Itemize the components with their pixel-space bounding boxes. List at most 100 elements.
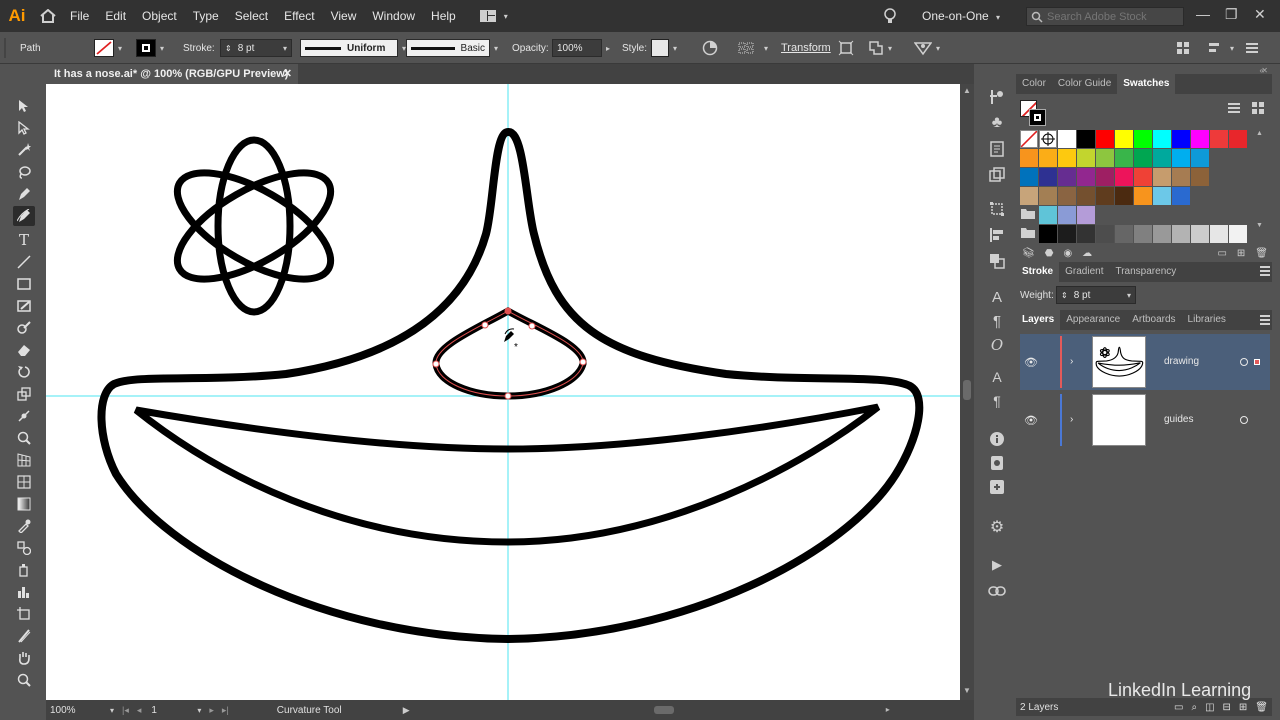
gradient-tool-icon[interactable]	[13, 494, 35, 514]
align-icon[interactable]: ▾	[738, 32, 768, 64]
info-dock-icon[interactable]	[988, 430, 1006, 448]
direct-selection-tool-icon[interactable]	[13, 118, 35, 138]
swatch-cell[interactable]	[1039, 187, 1057, 205]
document-info-dock-icon[interactable]	[988, 140, 1006, 158]
delete-swatch-icon[interactable]: 🗑︎	[1255, 248, 1268, 259]
collect-for-export-icon[interactable]: ▭	[1174, 702, 1183, 713]
symbols-dock-icon[interactable]: ♣	[988, 114, 1006, 132]
close-tab-icon[interactable]: ✕	[283, 67, 292, 80]
maximize-icon[interactable]: ❐	[1225, 6, 1238, 23]
transform-link[interactable]: Transform	[781, 32, 831, 64]
first-artboard-icon[interactable]: |◂	[122, 705, 129, 716]
rotate-tool-icon[interactable]	[13, 362, 35, 382]
graphic-style-swatch[interactable]: ▾	[651, 32, 677, 64]
shaper-tool-icon[interactable]	[13, 318, 35, 338]
next-artboard-icon[interactable]: ▸	[209, 705, 214, 716]
swatch-cell[interactable]	[1077, 187, 1095, 205]
menu-select[interactable]: Select	[227, 0, 276, 32]
swatch-cell[interactable]	[1115, 168, 1133, 186]
swatch-cell[interactable]	[1077, 225, 1095, 243]
slice-tool-icon[interactable]	[13, 626, 35, 646]
new-sublayer-icon[interactable]: ⊟	[1223, 702, 1231, 713]
artboard-tool-icon[interactable]	[13, 604, 35, 624]
character-dock-icon[interactable]: A	[988, 288, 1006, 306]
blend-tool-icon[interactable]	[13, 538, 35, 558]
swatch-cell[interactable]	[1020, 149, 1038, 167]
close-window-icon[interactable]: ✕	[1254, 6, 1266, 23]
home-icon[interactable]	[34, 0, 62, 32]
search-input[interactable]	[1047, 10, 1177, 23]
swatch-cell[interactable]	[1229, 130, 1247, 148]
puppet-warp-tool-icon[interactable]	[13, 406, 35, 426]
swatch-cell[interactable]	[1077, 149, 1095, 167]
swatch-cell[interactable]	[1039, 168, 1057, 186]
swatch-cell[interactable]	[1172, 225, 1190, 243]
eyedropper-tool-icon[interactable]	[13, 516, 35, 536]
layer-selected-indicator[interactable]	[1254, 359, 1260, 365]
eraser-tool-icon[interactable]	[13, 340, 35, 360]
asset-export-dock-icon[interactable]	[988, 478, 1006, 496]
app-logo[interactable]: Ai	[0, 0, 34, 32]
swatch-registration[interactable]	[1039, 130, 1057, 148]
character-styles-dock-icon[interactable]: A	[988, 368, 1006, 386]
menu-object[interactable]: Object	[134, 0, 185, 32]
artboard-number-field[interactable]: 1 ▾	[151, 705, 201, 716]
links-chain-dock-icon[interactable]	[988, 582, 1006, 600]
menu-view[interactable]: View	[323, 0, 365, 32]
transform-dock-icon[interactable]	[988, 200, 1006, 218]
swatch-cell[interactable]	[1115, 130, 1133, 148]
new-color-group-icon[interactable]: ▭	[1217, 248, 1226, 259]
links-dock-icon[interactable]	[988, 166, 1006, 184]
swatch-libraries-menu-icon[interactable]: 📚︎	[1022, 248, 1035, 259]
workspace-switcher[interactable]: One-on-One ▾	[922, 9, 1000, 23]
swatch-cell[interactable]	[1096, 168, 1114, 186]
scroll-thumb[interactable]	[963, 380, 971, 400]
layer-expand-icon[interactable]: ›	[1070, 356, 1073, 367]
isolate-object-icon[interactable]	[838, 32, 854, 64]
column-graph-tool-icon[interactable]	[13, 582, 35, 602]
layers-panel-menu-icon[interactable]	[1260, 315, 1270, 328]
swatch-cell[interactable]	[1191, 149, 1209, 167]
tab-color-guide[interactable]: Color Guide	[1052, 74, 1117, 94]
swatch-list-view-icon[interactable]	[1228, 102, 1240, 117]
color-guide-dock-icon[interactable]	[988, 88, 1006, 106]
document-tab[interactable]: It has a nose.ai* @ 100% (RGB/GPU Previe…	[46, 64, 298, 84]
swatch-cell[interactable]	[1115, 187, 1133, 205]
grip-handle[interactable]	[0, 32, 8, 64]
artboard[interactable]: *	[46, 84, 960, 700]
zoom-field[interactable]: 100% ▾	[50, 705, 114, 716]
paragraph-dock-icon[interactable]: ¶	[988, 312, 1006, 330]
arrange-panels-icon[interactable]	[1176, 32, 1190, 64]
variable-width-profile[interactable]: Uniform ▾	[300, 32, 406, 64]
weight-field[interactable]: ⇕ 8 pt ▾	[1056, 286, 1136, 304]
opentype-dock-icon[interactable]: O	[988, 336, 1006, 354]
prev-artboard-icon[interactable]: ◂	[137, 705, 142, 716]
swatch-cell[interactable]	[1058, 168, 1076, 186]
swatch-cell[interactable]	[1077, 168, 1095, 186]
swatch-cell[interactable]	[1172, 168, 1190, 186]
selection-tool-icon[interactable]	[13, 96, 35, 116]
align-dock-icon[interactable]	[988, 226, 1006, 244]
tab-appearance[interactable]: Appearance	[1060, 310, 1126, 330]
swatch-folder-icon[interactable]	[1020, 206, 1038, 224]
swatch-cell[interactable]	[1191, 130, 1209, 148]
tab-gradient[interactable]: Gradient	[1059, 262, 1109, 282]
swatch-cell[interactable]	[1039, 225, 1057, 243]
tab-stroke[interactable]: Stroke	[1016, 262, 1060, 282]
type-tool-icon[interactable]: T	[13, 230, 35, 250]
menu-help[interactable]: Help	[423, 0, 464, 32]
opacity-field[interactable]: 100% ▸	[552, 32, 610, 64]
align-panel-icon[interactable]: ▾	[1208, 32, 1234, 64]
arrange-documents-icon[interactable]: ▾	[479, 10, 516, 22]
swatch-cell[interactable]	[1096, 149, 1114, 167]
swatch-grid-view-icon[interactable]	[1252, 102, 1264, 117]
swatch-cell[interactable]	[1115, 225, 1133, 243]
swatch-cell[interactable]	[1134, 130, 1152, 148]
swatch-cell[interactable]	[1210, 225, 1228, 243]
stock-search[interactable]	[1026, 7, 1184, 26]
layer-visibility-icon[interactable]: 👁︎	[1024, 414, 1038, 427]
paragraph-styles-dock-icon[interactable]: ¶	[988, 392, 1006, 410]
layer-name-drawing[interactable]: drawing	[1164, 356, 1199, 367]
swatch-cell[interactable]	[1172, 130, 1190, 148]
weight-stepper-icon[interactable]: ⇕	[1061, 291, 1068, 300]
